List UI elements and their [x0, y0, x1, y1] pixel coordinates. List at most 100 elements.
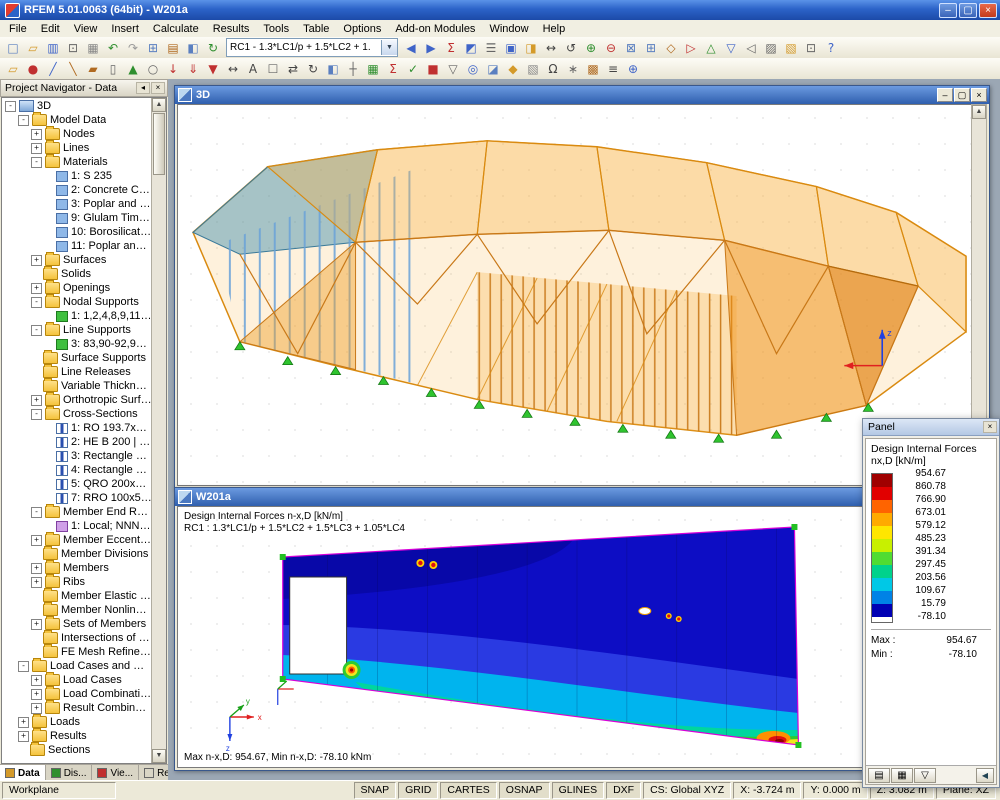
tree-expander-icon[interactable]: [44, 424, 53, 433]
view-x-icon[interactable]: ▷: [681, 39, 701, 57]
tree-item[interactable]: Member Divisions: [2, 547, 152, 561]
new-window-icon[interactable]: ⊞: [143, 39, 163, 57]
tree-expander-icon[interactable]: +: [31, 143, 42, 154]
tree-item[interactable]: + Load Combinations: [2, 687, 152, 701]
legend-icon[interactable]: ◨: [521, 39, 541, 57]
hinge-icon[interactable]: ○: [143, 60, 163, 78]
tree-item[interactable]: Surface Supports: [2, 351, 152, 365]
zoom-out-icon[interactable]: ⊖: [601, 39, 621, 57]
window-3d-titlebar[interactable]: 3D – ▢ ×: [175, 86, 989, 104]
menu-item[interactable]: File: [2, 22, 34, 36]
insert-opening-icon[interactable]: ▯: [103, 60, 123, 78]
menu-item[interactable]: View: [67, 22, 105, 36]
tree-expander-icon[interactable]: -: [31, 297, 42, 308]
tree-expander-icon[interactable]: [31, 270, 40, 279]
tree-item[interactable]: - Load Cases and Combin...: [2, 659, 152, 673]
panel-tab-color-scale[interactable]: ▤: [868, 768, 890, 783]
navigator-tab[interactable]: Dis...: [46, 765, 93, 781]
tree-expander-icon[interactable]: [31, 634, 40, 643]
menu-item[interactable]: Tools: [256, 22, 296, 36]
tree-item[interactable]: + Surfaces: [2, 253, 152, 267]
line-load-icon[interactable]: ⇓: [183, 60, 203, 78]
tree-item[interactable]: 3: Poplar and Sof...: [2, 197, 152, 211]
tree-item[interactable]: - Cross-Sections: [2, 407, 152, 421]
tree-expander-icon[interactable]: +: [18, 731, 29, 742]
tree-item[interactable]: 1: Local; NNN NY...: [2, 519, 152, 533]
tree-expander-icon[interactable]: [44, 438, 53, 447]
scrollbar-thumb[interactable]: [153, 113, 165, 175]
tree-expander-icon[interactable]: +: [31, 129, 42, 140]
navigator-close-button[interactable]: ×: [151, 82, 165, 94]
tree-item[interactable]: - Line Supports: [2, 323, 152, 337]
wireframe-icon[interactable]: ▨: [761, 39, 781, 57]
child-close-button[interactable]: ×: [971, 88, 987, 102]
previous-view-icon[interactable]: ◁: [741, 39, 761, 57]
insert-line-icon[interactable]: ╱: [43, 60, 63, 78]
clipping-plane-icon[interactable]: ◪: [483, 60, 503, 78]
tree-item[interactable]: Intersections of Surfa...: [2, 631, 152, 645]
next-load-case-button[interactable]: ▶: [421, 39, 441, 57]
load-combination-combo[interactable]: RC1 - 1.3*LC1/p + 1.5*LC2 + 1. ▼: [226, 38, 398, 57]
panel-collapse-button[interactable]: ◀: [976, 768, 994, 783]
viewport-results[interactable]: Design Internal Forces n-x,D [kN/m] RC1 …: [177, 506, 973, 768]
tree-expander-icon[interactable]: -: [31, 325, 42, 336]
combo-dropdown-icon[interactable]: ▼: [381, 40, 397, 55]
tree-item[interactable]: + Load Cases: [2, 673, 152, 687]
child-minimize-button[interactable]: –: [937, 88, 953, 102]
tree-expander-icon[interactable]: [31, 592, 40, 601]
panel-titlebar[interactable]: Panel ×: [863, 419, 999, 436]
tree-item[interactable]: 2: Concrete C25/...: [2, 183, 152, 197]
panel-tab-factors[interactable]: ▦: [891, 768, 913, 783]
tree-item[interactable]: 1: RO 193.7x10 | E...: [2, 421, 152, 435]
calculate-all-icon[interactable]: Σ: [383, 60, 403, 78]
isometric-view-icon[interactable]: ◇: [661, 39, 681, 57]
tree-item[interactable]: Line Releases: [2, 365, 152, 379]
rendering-icon[interactable]: ◆: [503, 60, 523, 78]
tree-expander-icon[interactable]: +: [31, 703, 42, 714]
navigator-scrollbar[interactable]: ▲ ▼: [151, 98, 166, 763]
tree-expander-icon[interactable]: [44, 214, 53, 223]
statusbar-toggle[interactable]: SNAP: [354, 782, 397, 799]
tree-item[interactable]: + Nodes: [2, 127, 152, 141]
tree-expander-icon[interactable]: +: [31, 577, 42, 588]
insert-node-icon[interactable]: ●: [23, 60, 43, 78]
tree-expander-icon[interactable]: [18, 746, 27, 755]
regenerate-icon[interactable]: ↻: [203, 39, 223, 57]
scroll-down-icon[interactable]: ▼: [152, 749, 166, 763]
mirror-icon[interactable]: ◧: [323, 60, 343, 78]
redo-icon[interactable]: ↷: [123, 39, 143, 57]
divide-icon[interactable]: ┼: [343, 60, 363, 78]
settings-icon[interactable]: ∗: [563, 60, 583, 78]
tree-expander-icon[interactable]: -: [5, 101, 16, 112]
check-icon[interactable]: ✓: [403, 60, 423, 78]
tree-item[interactable]: + Loads: [2, 715, 152, 729]
tree-expander-icon[interactable]: [31, 368, 40, 377]
insert-surface-icon[interactable]: ▰: [83, 60, 103, 78]
tree-item[interactable]: 1: S 235: [2, 169, 152, 183]
tree-expander-icon[interactable]: -: [31, 507, 42, 518]
tree-item[interactable]: 11: Poplar and Sc...: [2, 239, 152, 253]
text-comment-icon[interactable]: A: [243, 60, 263, 78]
panel-tab-filter[interactable]: ▽: [914, 768, 936, 783]
surface-load-icon[interactable]: ▼: [203, 60, 223, 78]
tree-expander-icon[interactable]: [44, 480, 53, 489]
undo-icon[interactable]: ↶: [103, 39, 123, 57]
statusbar-toggle[interactable]: GLINES: [552, 782, 605, 799]
maximize-button[interactable]: ▢: [959, 3, 977, 18]
rotate-view-icon[interactable]: ↺: [561, 39, 581, 57]
tree-item[interactable]: Variable Thicknesses: [2, 379, 152, 393]
tree-expander-icon[interactable]: -: [31, 409, 42, 420]
statusbar-toggle[interactable]: DXF: [606, 782, 641, 799]
tree-item[interactable]: + Member Eccentricitie...: [2, 533, 152, 547]
tree-item[interactable]: 1: 1,2,4,8,9,11,13,...: [2, 309, 152, 323]
tree-item[interactable]: Sections: [2, 743, 152, 757]
tree-item[interactable]: + Result Combinations: [2, 701, 152, 715]
tree-expander-icon[interactable]: +: [31, 283, 42, 294]
tree-expander-icon[interactable]: [44, 186, 53, 195]
menu-item[interactable]: Window: [482, 22, 535, 36]
tree-item[interactable]: - Model Data: [2, 113, 152, 127]
print-icon[interactable]: ⊡: [63, 39, 83, 57]
nodal-load-icon[interactable]: ↓: [163, 60, 183, 78]
statusbar-toggle[interactable]: CARTES: [440, 782, 496, 799]
stop-icon[interactable]: ■: [423, 60, 443, 78]
